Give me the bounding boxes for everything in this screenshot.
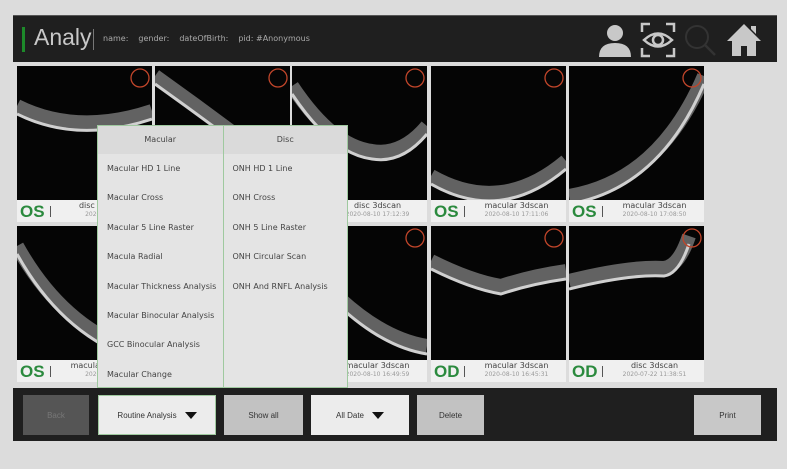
marker-circle-icon — [130, 68, 150, 88]
date-filter-label: All Date — [335, 410, 364, 420]
header-bar: Analy name: gender: dateOfBirth: pid: #A… — [13, 15, 777, 62]
pid-value: #Anonymous — [256, 34, 310, 43]
accent-bar — [22, 27, 25, 52]
menu-item[interactable]: ONH HD 1 Line — [224, 154, 348, 183]
scan-date: 2020-07-22 11:38:51 — [622, 371, 687, 378]
delete-button[interactable]: Delete — [417, 395, 484, 435]
scan-date: 2020-08-10 17:08:50 — [622, 211, 687, 218]
menu-item[interactable]: GCC Binocular Analysis — [98, 330, 223, 359]
marker-circle-icon — [268, 68, 288, 88]
search-icon[interactable] — [681, 21, 719, 59]
divider — [93, 29, 94, 50]
analysis-type-select[interactable]: Routine Analysis — [98, 395, 216, 435]
eye-side: OS — [20, 362, 45, 381]
divider — [464, 206, 465, 217]
date-filter-select[interactable]: All Date — [311, 395, 409, 435]
disc-header: Disc — [223, 126, 347, 154]
macular-column: Macular Macular HD 1 Line Macular Cross Ma… — [98, 126, 223, 387]
menu-item[interactable]: Macular Change — [98, 360, 223, 389]
scan-card[interactable]: OS macular 3dscan 2020-08-10 17:11:06 — [431, 66, 566, 222]
scan-card[interactable]: OD disc 3dscan 2020-07-22 11:38:51 — [569, 226, 704, 382]
oct-scan-image — [569, 66, 704, 200]
print-button[interactable]: Print — [694, 395, 761, 435]
show-all-button[interactable]: Show all — [224, 395, 303, 435]
menu-item[interactable]: Macular HD 1 Line — [98, 154, 223, 183]
eye-side: OD — [572, 362, 598, 381]
scan-name: macular 3dscan — [484, 201, 549, 210]
patient-icon[interactable] — [596, 21, 634, 59]
eye-side: OD — [434, 362, 460, 381]
gender-label: gender: — [138, 34, 170, 43]
menu-item[interactable]: Macular Binocular Analysis — [98, 301, 223, 330]
menu-item[interactable]: ONH And RNFL Analysis — [224, 272, 348, 301]
dob-label: dateOfBirth: — [179, 34, 229, 43]
scan-label: OS macular 3dscan 2020-08-10 17:08:50 — [569, 200, 704, 222]
caret-down-icon — [184, 411, 197, 419]
divider — [50, 206, 51, 217]
marker-circle-icon — [544, 68, 564, 88]
home-icon[interactable] — [725, 21, 763, 59]
scan-label: OD macular 3dscan 2020-08-10 16:45:31 — [431, 360, 566, 382]
scan-name: macular 3dscan — [622, 201, 687, 210]
menu-item[interactable]: Macular 5 Line Raster — [98, 213, 223, 242]
print-label: Print — [719, 410, 736, 420]
disc-column: Disc ONH HD 1 Line ONH Cross ONH 5 Line Ra… — [222, 126, 348, 387]
scan-date: 2020-08-10 17:11:06 — [484, 211, 549, 218]
scan-eye-icon[interactable] — [639, 21, 677, 59]
scan-name: disc 3dscan — [630, 361, 679, 370]
divider — [602, 366, 603, 377]
divider — [464, 366, 465, 377]
marker-circle-icon — [544, 228, 564, 248]
delete-label: Delete — [438, 410, 463, 420]
scan-card[interactable]: OS macular 3dscan 2020-08-10 17:08:50 — [569, 66, 704, 222]
menu-item[interactable]: Macular Thickness Analysis — [98, 272, 223, 301]
name-label: name: — [103, 34, 129, 43]
bottom-toolbar: Back Routine Analysis Show all All Date … — [13, 388, 777, 441]
back-button[interactable]: Back — [23, 395, 89, 435]
pid-label: pid: — [238, 34, 254, 43]
marker-circle-icon — [405, 228, 425, 248]
menu-item[interactable]: ONH 5 Line Raster — [224, 213, 348, 242]
eye-side: OS — [572, 202, 597, 221]
macular-header: Macular — [98, 126, 223, 154]
analysis-label: Routine Analysis — [117, 410, 177, 420]
patient-info: name: gender: dateOfBirth: pid: #Anonymo… — [103, 34, 310, 43]
scan-label: OD disc 3dscan 2020-07-22 11:38:51 — [569, 360, 704, 382]
scan-name: macular 3dscan — [484, 361, 549, 370]
back-label: Back — [47, 410, 65, 420]
oct-scan-image — [431, 66, 566, 200]
analysis-type-dropdown: Macular Macular HD 1 Line Macular Cross Ma… — [97, 125, 348, 388]
oct-scan-image — [431, 226, 566, 360]
eye-side: OS — [434, 202, 459, 221]
oct-scan-image — [569, 226, 704, 360]
scan-label: OS macular 3dscan 2020-08-10 17:11:06 — [431, 200, 566, 222]
menu-item[interactable]: Macular Cross — [98, 183, 223, 212]
menu-item[interactable]: Macula Radial — [98, 242, 223, 271]
scan-date: 2020-08-10 16:45:31 — [484, 371, 549, 378]
caret-down-icon — [372, 411, 384, 419]
menu-item[interactable]: ONH Cross — [224, 183, 348, 212]
page-title: Analy — [34, 24, 92, 50]
eye-side: OS — [20, 202, 45, 221]
marker-circle-icon — [405, 68, 425, 88]
divider — [50, 366, 51, 377]
menu-item[interactable]: ONH Circular Scan — [224, 242, 348, 271]
scan-card[interactable]: OD macular 3dscan 2020-08-10 16:45:31 — [431, 226, 566, 382]
show-all-label: Show all — [248, 410, 279, 420]
divider — [602, 206, 603, 217]
